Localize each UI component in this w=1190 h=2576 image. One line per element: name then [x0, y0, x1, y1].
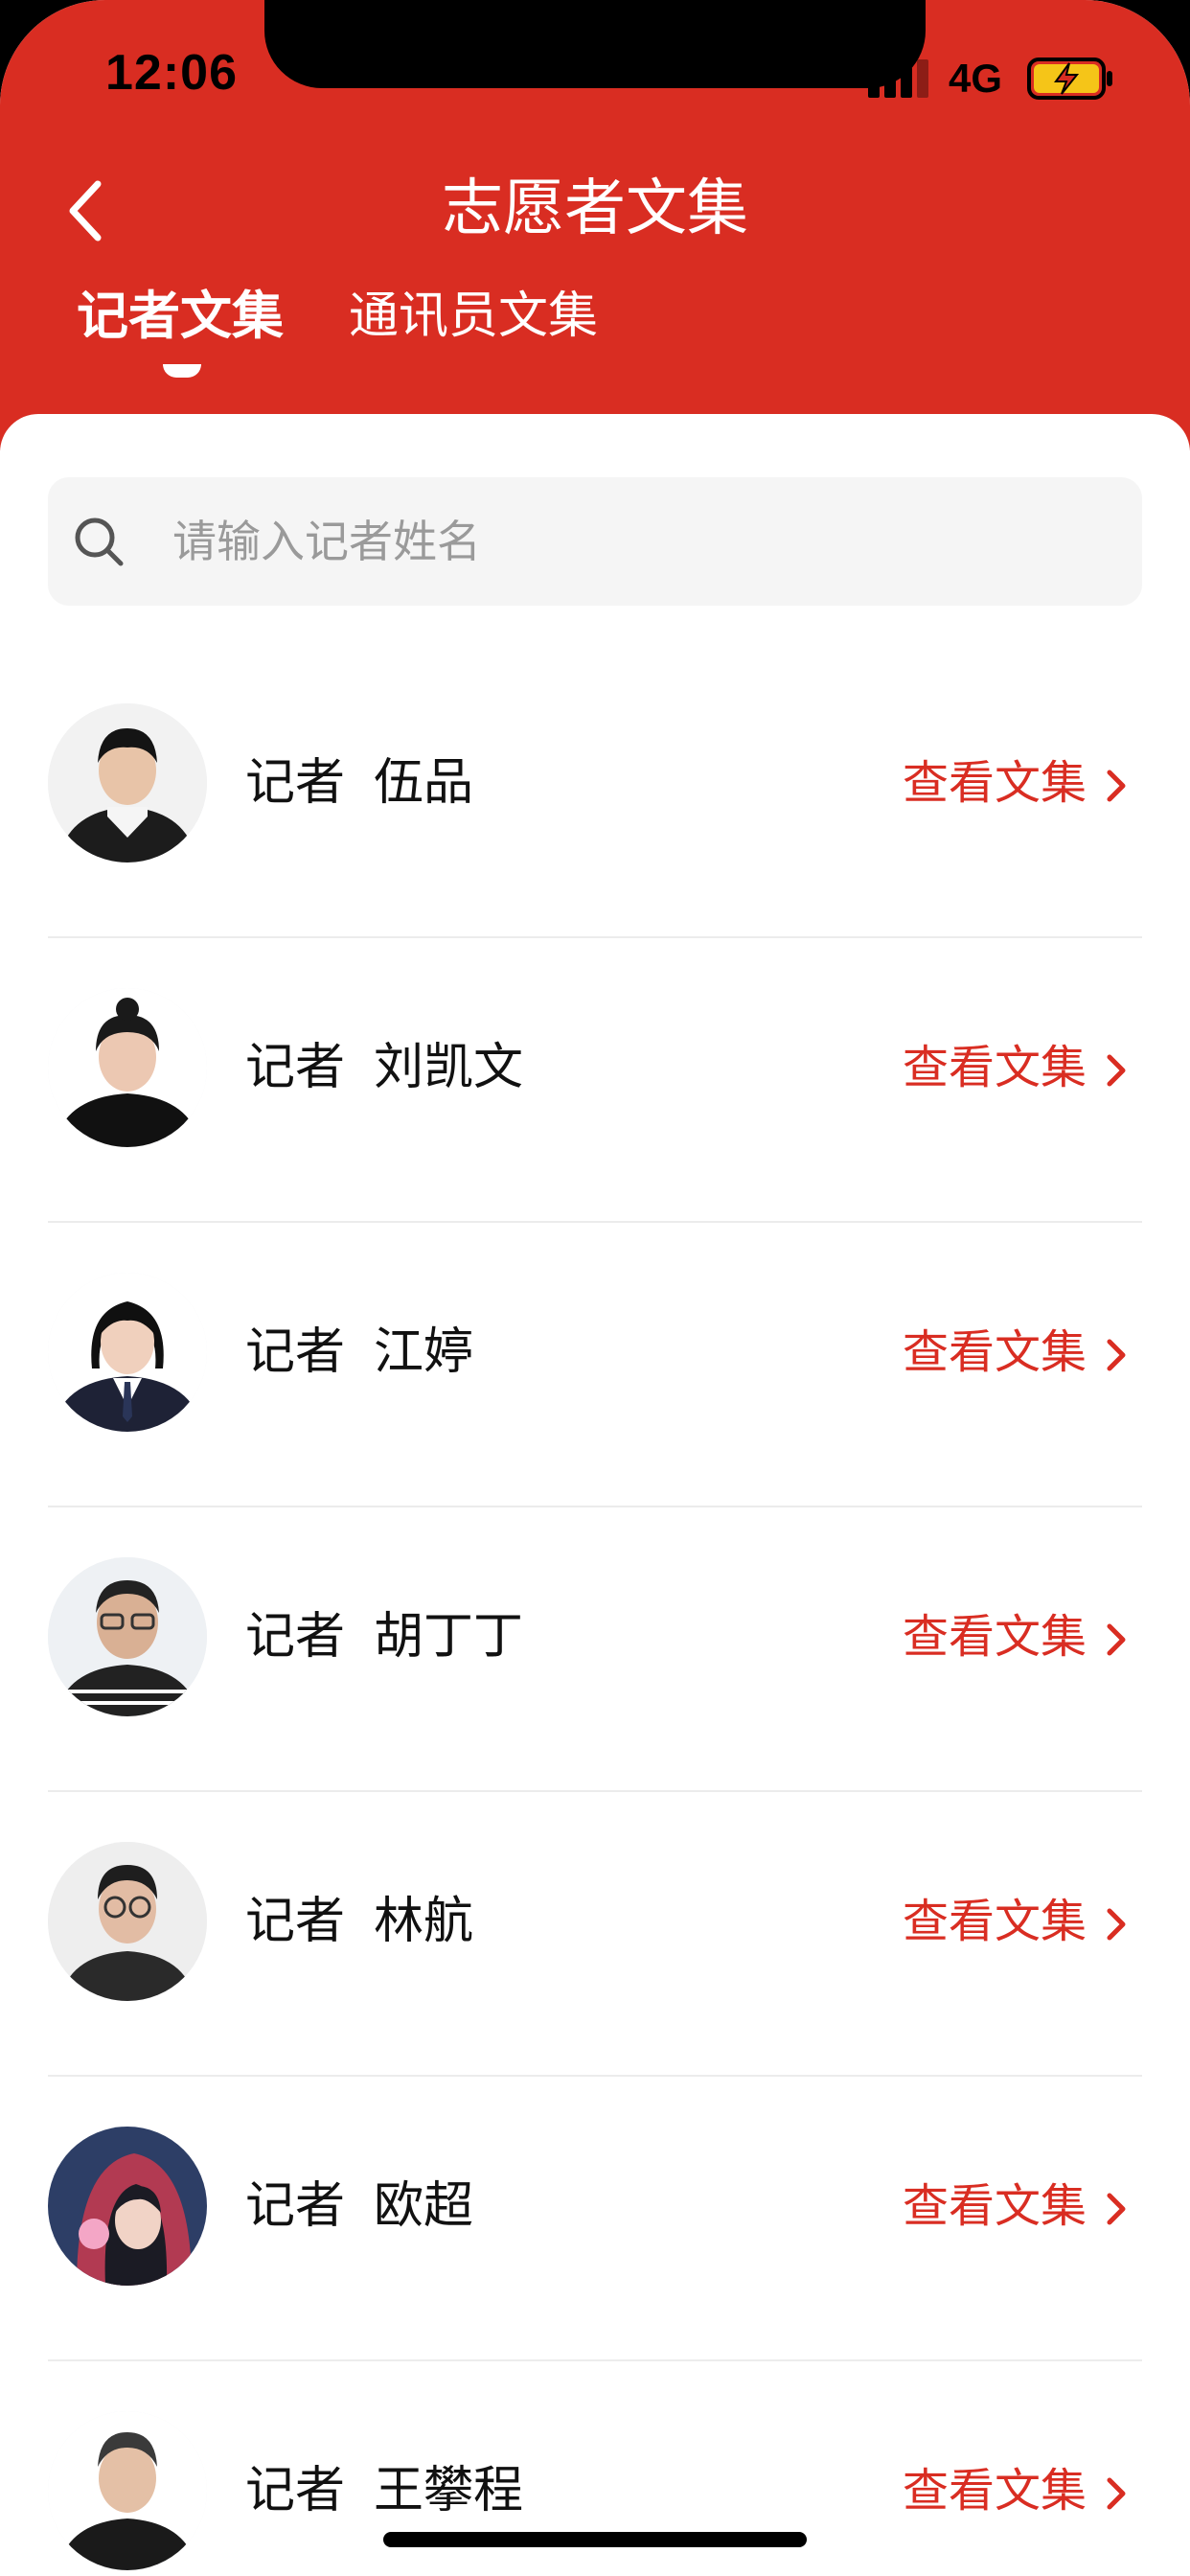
view-collection-label: 查看文集	[902, 756, 1087, 810]
avatar	[48, 2127, 207, 2286]
reporter-name: 刘凯文	[374, 1039, 524, 1096]
view-collection-label: 查看文集	[902, 1610, 1087, 1664]
active-tab-indicator	[163, 364, 201, 378]
view-collection-label: 查看文集	[902, 1041, 1087, 1094]
reporter-label: 记者	[245, 754, 346, 812]
avatar	[48, 1557, 207, 1716]
app-screen: 12:06 4G 志愿者文集 记者文集 通讯员文集 请输入记者姓名 记者 伍品 …	[0, 0, 1190, 2576]
reporter-label: 记者	[245, 1323, 346, 1381]
avatar	[48, 988, 207, 1147]
reporter-label: 记者	[245, 2462, 346, 2519]
list-item[interactable]: 记者 林航 查看文集	[48, 1792, 1142, 2077]
reporter-label: 记者	[245, 1039, 346, 1096]
view-collection-link[interactable]: 查看文集	[903, 1888, 1142, 1955]
battery-charging-icon	[1027, 58, 1115, 100]
view-collection-link[interactable]: 查看文集	[903, 749, 1142, 816]
reporter-name: 胡丁丁	[374, 1608, 524, 1666]
avatar	[48, 1273, 207, 1432]
home-indicator[interactable]	[383, 2532, 807, 2547]
list-item[interactable]: 记者 欧超 查看文集	[48, 2077, 1142, 2361]
back-icon[interactable]	[59, 172, 117, 249]
view-collection-link[interactable]: 查看文集	[903, 2173, 1142, 2240]
list-item[interactable]: 记者 胡丁丁 查看文集	[48, 1507, 1142, 1792]
chevron-right-icon	[1107, 2193, 1126, 2225]
search-bar[interactable]	[48, 477, 1142, 606]
chevron-right-icon	[1107, 770, 1126, 802]
chevron-right-icon	[1107, 1339, 1126, 1371]
list-item[interactable]: 记者 江婷 查看文集	[48, 1223, 1142, 1507]
view-collection-link[interactable]: 查看文集	[903, 2457, 1142, 2524]
list-item[interactable]: 记者 刘凯文 查看文集	[48, 938, 1142, 1223]
avatar	[48, 2411, 207, 2570]
search-input[interactable]	[172, 498, 1111, 585]
view-collection-label: 查看文集	[902, 1895, 1087, 1948]
list-item[interactable]: 记者 伍品 查看文集	[48, 654, 1142, 938]
view-collection-link[interactable]: 查看文集	[903, 1034, 1142, 1101]
reporter-name: 王攀程	[374, 2462, 524, 2519]
avatar	[48, 1842, 207, 2001]
reporter-name: 林航	[374, 1893, 474, 1950]
page-title: 志愿者文集	[442, 173, 748, 244]
chevron-right-icon	[1107, 1623, 1126, 1656]
reporter-name: 江婷	[374, 1323, 474, 1381]
main-content: 记者 伍品 查看文集	[0, 414, 1190, 2576]
chevron-right-icon	[1107, 1908, 1126, 1941]
reporter-list: 记者 伍品 查看文集 记者 刘凯文 查看文集 记者 江婷 查看文集 记者 胡丁丁…	[48, 654, 1142, 2576]
view-collection-label: 查看文集	[902, 2464, 1087, 2518]
reporter-label: 记者	[245, 1893, 346, 1950]
tab-reporter-collection[interactable]: 记者文集	[77, 278, 287, 355]
signal-icon	[868, 59, 929, 98]
status-time: 12:06	[105, 45, 238, 101]
chevron-right-icon	[1107, 1054, 1126, 1087]
view-collection-label: 查看文集	[902, 1325, 1087, 1379]
reporter-name: 伍品	[374, 754, 474, 812]
view-collection-link[interactable]: 查看文集	[903, 1319, 1142, 1386]
header: 12:06 4G 志愿者文集 记者文集 通讯员文集	[0, 0, 1190, 450]
search-icon	[71, 514, 128, 571]
reporter-name: 欧超	[374, 2177, 474, 2235]
view-collection-link[interactable]: 查看文集	[903, 1603, 1142, 1670]
chevron-right-icon	[1107, 2477, 1126, 2510]
tab-correspondent-collection[interactable]: 通讯员文集	[349, 278, 617, 355]
network-type: 4G	[949, 56, 1003, 101]
avatar	[48, 703, 207, 862]
reporter-label: 记者	[245, 2177, 346, 2235]
device-notch	[264, 0, 926, 88]
reporter-label: 记者	[245, 1608, 346, 1666]
view-collection-label: 查看文集	[902, 2179, 1087, 2233]
